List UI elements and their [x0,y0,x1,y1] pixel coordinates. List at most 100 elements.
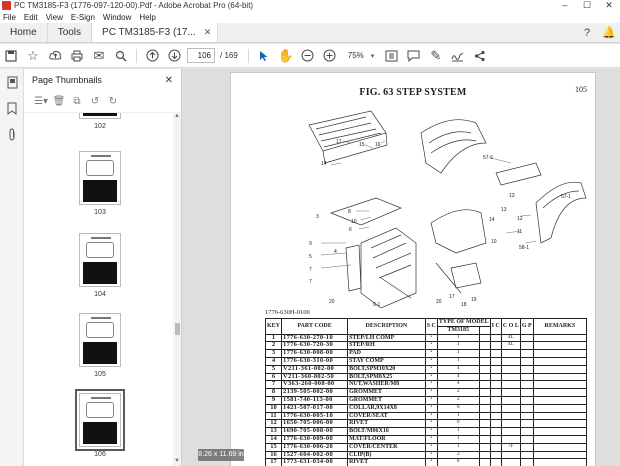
row-s-mark: • [424,403,438,413]
email-icon[interactable]: ✉ [88,45,110,67]
zoom-in-icon[interactable] [319,45,341,67]
tab-bar: Home Tools PC TM3185-F3 (17... ✕ ? 🔔 [0,23,620,43]
row-key: 4 [264,356,283,366]
attachment-icon[interactable] [0,121,24,147]
row-s-mark: • [424,364,438,374]
tab-tools[interactable]: Tools [48,23,93,42]
cloud-upload-icon[interactable] [44,45,66,67]
row-key: 14 [264,434,283,444]
bookmark-star-icon[interactable]: ☆ [22,45,44,67]
row-i [489,434,502,444]
menu-esign[interactable]: E-Sign [71,13,95,22]
panel-title: Page Thumbnails [32,75,102,85]
parts-table-body: 1 1776-630-270-10 STEP/LH COMP • 1 4L 2 1776-63… [264,333,588,466]
row-key: 5 [264,364,283,374]
menu-file[interactable]: File [3,13,16,22]
thumbnail-page-106[interactable]: 106 [75,389,125,458]
row-quantity: 2 [436,388,480,397]
row-i [489,380,502,390]
row-remarks [532,372,588,382]
thumbnail-page-103[interactable]: 103 [79,151,121,216]
print-icon[interactable] [66,45,88,67]
notifications-icon[interactable]: 🔔 [598,26,620,39]
table-row: 17 1773-631-034-00 RIVET • 8 [264,458,588,466]
delete-page-icon[interactable]: 🗑 [50,96,68,107]
page-number-input[interactable]: 106 [187,48,215,63]
left-navigation-strip [0,69,24,466]
row-i [489,411,502,421]
row-s-mark: • [424,349,438,358]
pages-panel-icon[interactable] [0,69,24,95]
scrollbar-thumb[interactable] [175,323,180,335]
row-s-mark: • [424,380,438,390]
row-description: CLIP(B) [347,450,426,460]
maximize-button[interactable]: ☐ [576,0,598,11]
document-view[interactable]: 105 FIG. 63 STEP SYSTEM 17 15 16 14 57-6… [182,69,620,466]
diagram-label: 19 [471,297,477,303]
fit-page-icon[interactable] [381,45,403,67]
thumbnails-scrollbar[interactable]: ▲ ▼ [173,113,181,466]
minimize-button[interactable]: – [554,0,576,11]
parts-table: KEY PART CODE DESCRIPTION S C TYPE OF MO… [264,318,588,466]
thumbnail-page-105[interactable]: 105 [79,313,121,378]
toolbar-divider [136,48,137,63]
rotate-right-icon[interactable]: ↻ [104,96,122,107]
thumbnail-page-104[interactable]: 104 [79,233,121,298]
select-cursor-icon[interactable] [253,45,275,67]
row-part-code: 1773-631-034-00 [281,458,349,466]
save-icon[interactable] [0,45,22,67]
col-remarks: REMARKS [532,318,588,335]
row-remarks [532,395,588,405]
rotate-left-icon[interactable]: ↺ [86,96,104,107]
row-i [489,442,502,452]
menu-help[interactable]: Help [139,13,155,22]
thumbnail-page-102[interactable]: 102 [79,113,121,130]
extract-page-icon[interactable]: ⧉ [68,96,86,107]
thumbnail-image [79,151,121,205]
center-assembly-drawing [329,162,542,308]
drawing-reference: 1776-630H-0100 [265,309,310,316]
row-c [500,388,521,397]
row-g [519,458,534,466]
row-key: 3 [264,349,283,358]
menu-view[interactable]: View [46,13,63,22]
comment-icon[interactable] [403,45,425,67]
highlight-pen-icon[interactable]: ✎ [425,45,447,67]
thumbnail-options-icon[interactable]: ☰▾ [32,96,50,107]
chevron-down-icon[interactable]: ▾ [371,52,381,60]
close-panel-icon[interactable]: ✕ [165,75,173,86]
row-remarks [532,434,588,444]
share-icon[interactable] [469,45,491,67]
table-row: 5 V211-361-002-00 BOLT,SPM10X20 • 4 [264,364,588,374]
diagram-label: 7 [309,279,312,285]
next-page-icon[interactable] [163,45,185,67]
sign-icon[interactable] [447,45,469,67]
table-row: 10 1421-507-017-00 COLLAR,9X14X8 • 6 [264,403,588,413]
row-blank [478,395,491,405]
search-icon[interactable] [110,45,132,67]
row-s-mark: • [424,341,438,351]
row-part-code: V363-260-008-00 [281,380,349,390]
close-tab-icon[interactable]: ✕ [204,27,212,38]
help-icon[interactable]: ? [576,27,598,39]
row-remarks [532,341,588,351]
scroll-down-arrow-icon[interactable]: ▼ [174,458,180,464]
close-window-button[interactable]: ✕ [598,0,620,11]
table-row: 13 1690-705-008-00 BOLT/M06X16 • 1 [264,427,588,436]
zoom-out-icon[interactable] [297,45,319,67]
hand-tool-icon[interactable]: ✋ [275,45,297,67]
row-part-code: 1690-705-008-00 [281,427,349,436]
row-remarks [532,442,588,452]
bookmark-icon[interactable] [0,95,24,121]
row-key: 7 [264,380,283,390]
floor-mat-drawing [308,110,388,164]
diagram-label: 13 [509,193,515,199]
tab-home[interactable]: Home [0,23,48,42]
previous-page-icon[interactable] [141,45,163,67]
tab-document[interactable]: PC TM3185-F3 (17... ✕ [92,23,219,42]
scroll-up-arrow-icon[interactable]: ▲ [174,113,180,119]
row-g [519,349,534,358]
zoom-level-select[interactable]: 75% [341,51,371,60]
menu-window[interactable]: Window [103,13,131,22]
menu-edit[interactable]: Edit [24,13,38,22]
